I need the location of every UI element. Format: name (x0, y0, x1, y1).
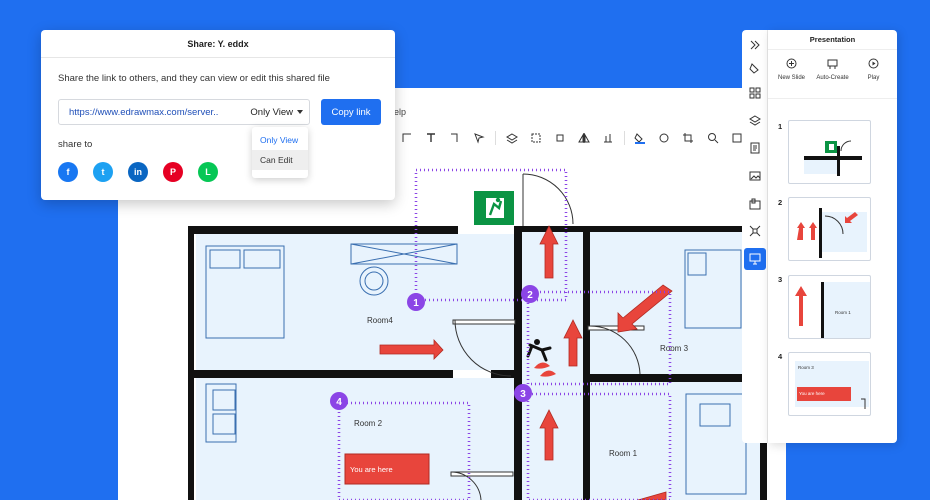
slide4-you-are-here: You are here (799, 391, 825, 396)
auto-create-button[interactable]: Auto-Create (813, 58, 853, 81)
share-to-label: share to (58, 139, 93, 150)
presentation-panel: Presentation New Slide Auto-Create Play … (768, 30, 897, 443)
crop-icon[interactable] (549, 128, 571, 148)
share-link-field[interactable]: https://www.edrawmax.com/server.. Only V… (58, 99, 310, 125)
room4-label: Room4 (367, 316, 393, 325)
image-panel-icon[interactable] (745, 166, 765, 186)
copy-link-button[interactable]: Copy link (321, 99, 381, 125)
room3-label: Room 3 (660, 344, 689, 353)
layers-panel-icon[interactable] (745, 111, 765, 131)
share-dialog: Share: Y. eddx Share the link to others,… (41, 30, 395, 200)
permission-value: Only View (250, 106, 293, 118)
slide-number: 3 (778, 275, 783, 284)
align-icon[interactable] (597, 128, 619, 148)
new-slide-label: New Slide (777, 75, 805, 81)
play-label: Play (867, 75, 880, 81)
slide-number: 2 (778, 198, 783, 207)
fill-color-icon[interactable] (630, 128, 652, 148)
presentation-icon[interactable] (744, 248, 766, 270)
presentation-title: Presentation (768, 30, 897, 50)
slide-thumbnail-1[interactable] (788, 120, 871, 184)
new-slide-button[interactable]: New Slide (772, 58, 812, 81)
connector-icon[interactable] (396, 128, 418, 148)
group-icon[interactable] (525, 128, 547, 148)
line-tool-icon[interactable] (444, 128, 466, 148)
share-dialog-title: Share: Y. eddx (41, 30, 395, 58)
toolbar-divider (624, 131, 625, 145)
share-link-url[interactable]: https://www.edrawmax.com/server.. (59, 107, 250, 118)
share-description: Share the link to others, and they can v… (58, 73, 330, 84)
pinterest-icon[interactable]: P (163, 162, 183, 182)
step-3: 3 (520, 389, 526, 400)
slide-thumbnail-4[interactable]: Room 3 You are here (788, 352, 871, 416)
flip-icon[interactable] (573, 128, 595, 148)
step-2: 2 (527, 290, 533, 301)
panel-icon-rail (742, 30, 768, 443)
pointer-icon[interactable] (468, 128, 490, 148)
facebook-icon[interactable]: f (58, 162, 78, 182)
linkedin-icon[interactable]: in (128, 162, 148, 182)
page-icon[interactable] (745, 138, 765, 158)
text-tool-icon[interactable] (420, 128, 442, 148)
grid-icon[interactable] (745, 83, 765, 103)
menu-help-fragment[interactable]: elp (394, 107, 406, 117)
crop-tool-icon[interactable] (678, 128, 700, 148)
slide-number: 4 (778, 352, 783, 361)
step-4: 4 (336, 397, 342, 408)
twitter-icon[interactable]: t (93, 162, 113, 182)
layers-icon[interactable] (501, 128, 523, 148)
search-icon[interactable] (702, 128, 724, 148)
panel-divider (768, 98, 897, 99)
slide3-room-label: Room 1 (835, 310, 851, 315)
slide-thumbnail-2[interactable] (788, 197, 871, 261)
option-can-edit[interactable]: Can Edit (252, 150, 308, 170)
slide4-room-label: Room 3 (798, 365, 814, 370)
presentation-actions: New Slide Auto-Create Play (768, 58, 897, 81)
line-color-icon[interactable] (654, 128, 676, 148)
mindmap-icon[interactable] (745, 221, 765, 241)
collapse-icon[interactable] (745, 35, 765, 55)
play-button[interactable]: Play (854, 58, 894, 81)
step-1: 1 (413, 298, 419, 309)
line-icon[interactable]: L (198, 162, 218, 182)
fill-icon[interactable] (745, 58, 765, 78)
permission-dropdown: Only View Can Edit (252, 127, 308, 178)
slide-number: 1 (778, 122, 783, 131)
room2-label: Room 2 (354, 419, 383, 428)
plus-circle-icon (786, 58, 797, 69)
toolbar-divider (495, 131, 496, 145)
data-panel-icon[interactable] (745, 194, 765, 214)
you-are-here-label: You are here (350, 465, 393, 474)
auto-create-icon (827, 59, 838, 69)
chevron-down-icon (297, 110, 303, 114)
editor-toolbar (396, 127, 786, 149)
option-only-view[interactable]: Only View (252, 130, 308, 150)
auto-create-label: Auto-Create (816, 75, 849, 81)
play-icon (868, 58, 879, 69)
room1-label: Room 1 (609, 449, 638, 458)
slide-thumbnail-3[interactable]: Room 1 (788, 275, 871, 339)
social-share-list: f t in P L (58, 162, 218, 182)
permission-select[interactable]: Only View (250, 107, 309, 118)
